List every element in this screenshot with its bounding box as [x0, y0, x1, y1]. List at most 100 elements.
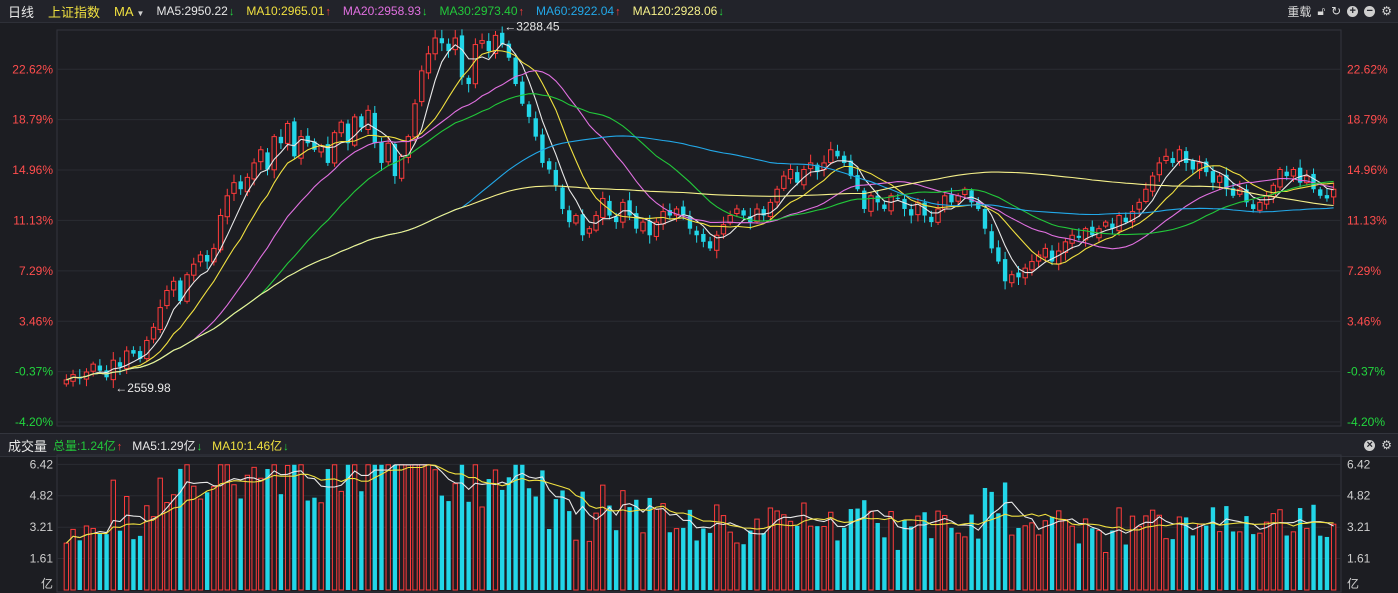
candle-body-down [546, 161, 552, 170]
low-annotation: ←2559.98 [115, 381, 171, 395]
price-tick-left: -4.20% [15, 415, 53, 429]
candle-body-up [385, 142, 391, 163]
candle-body-up [1290, 169, 1297, 177]
ma20-line [66, 70, 1334, 381]
volume-bar-up [385, 464, 391, 591]
candle-body-up [828, 149, 834, 164]
candle-body-up [164, 289, 170, 307]
volume-bar-down [77, 540, 82, 590]
candle-body-down [882, 204, 887, 209]
candle-body-up [419, 70, 425, 103]
volume-bar-up [781, 514, 787, 591]
candle-body-down [795, 172, 800, 183]
volume-bar-down [1002, 482, 1008, 590]
candle-body-down [1251, 204, 1256, 209]
volume-bar-up [191, 485, 197, 591]
candle-body-up [150, 326, 157, 340]
candle-body-up [1136, 201, 1142, 210]
volume-bar-up [419, 464, 425, 591]
price-tick-right: 3.46% [1347, 314, 1381, 328]
candle-body-up [170, 280, 177, 291]
candle-body-down [835, 150, 840, 157]
volume-bar-down [500, 489, 505, 590]
volume-bar-up [351, 464, 358, 591]
volume-bar-down [862, 500, 867, 590]
volume-bar-up [714, 504, 720, 591]
volume-bar-up [600, 484, 606, 591]
candle-body-down [278, 136, 284, 144]
candle-body-up [573, 215, 579, 224]
volume-tick-right: 3.21 [1347, 520, 1371, 534]
volume-bar-up [1216, 531, 1223, 591]
volume-bar-down [949, 527, 954, 590]
volume-bar-up [720, 515, 727, 591]
volume-bar-up [150, 516, 157, 591]
candle-body-down [996, 247, 1001, 262]
volume-bar-down [895, 549, 900, 590]
volume-bar-down [1170, 539, 1175, 590]
candle-body-up [197, 254, 204, 263]
volume-bar-up [1029, 522, 1035, 591]
candle-body-down [707, 241, 713, 249]
volume-bar-up [1129, 515, 1136, 591]
volume-bar-down [1318, 535, 1323, 590]
volume-bar-up [365, 464, 371, 591]
candle-body-up [338, 121, 344, 134]
volume-bar-down [761, 533, 766, 590]
volume-bar-up [1196, 523, 1203, 591]
volume-bar-down [533, 496, 538, 590]
price-tick-left: 14.96% [12, 163, 53, 177]
candle-body-down [486, 40, 491, 52]
volume-bar-up [479, 506, 485, 591]
candle-body-down [1002, 259, 1008, 282]
candle-body-up [1149, 175, 1156, 192]
candle-body-up [191, 263, 197, 276]
volume-bar-down [1324, 536, 1330, 590]
volume-bar-down [546, 529, 552, 590]
volume-bar-up [1163, 538, 1169, 591]
volume-bar-up [828, 511, 834, 591]
volume-bar-up [774, 510, 780, 591]
volume-bar-down [795, 525, 800, 590]
volume-bar-up [1304, 527, 1310, 591]
candle-body-up [1056, 250, 1062, 265]
volume-bar-up [1277, 509, 1283, 591]
volume-bar-down [97, 533, 103, 590]
volume-bar-up [821, 526, 827, 591]
volume-bar-up [573, 539, 579, 591]
volume-bar-up [318, 502, 324, 591]
candle-body-up [231, 182, 237, 194]
candle-body-down [627, 200, 632, 216]
candle-body-down [929, 216, 934, 223]
volume-bar-down [1210, 507, 1216, 590]
volume-bar-down [1090, 528, 1095, 590]
candle-body-down [1190, 160, 1196, 170]
candle-body-up [781, 175, 787, 189]
volume-bar-down [359, 491, 364, 590]
candle-body-down [439, 38, 445, 44]
volume-bar-down [560, 490, 565, 590]
volume-bar-down [1110, 530, 1115, 590]
volume-unit-right: 亿 [1347, 576, 1359, 591]
candle-body-up [432, 37, 438, 55]
candle-body-down [580, 214, 585, 236]
volume-bar-up [331, 464, 338, 591]
volume-bar-down [1284, 535, 1289, 590]
volume-bar-down [694, 540, 699, 590]
candle-body-up [63, 379, 70, 385]
volume-bar-down [607, 505, 612, 590]
candle-body-up [640, 221, 646, 232]
volume-bar-up [942, 514, 948, 591]
candle-body-up [258, 149, 264, 163]
volume-tick-right: 4.82 [1347, 489, 1371, 503]
candle-body-up [888, 195, 894, 212]
volume-bar-up [915, 515, 921, 591]
price-tick-left: 11.13% [13, 213, 53, 227]
volume-bar-down [701, 528, 706, 590]
price-tick-right: 7.29% [1347, 264, 1381, 278]
chart-canvas[interactable]: 22.62% 22.62% 18.79% 18.79% 14.96% 14.96% 11.1… [0, 0, 1398, 593]
candle-body-down [1318, 189, 1323, 196]
volume-bar-up [157, 477, 163, 591]
candle-body-up [1176, 149, 1183, 162]
volume-bar-up [298, 464, 304, 591]
